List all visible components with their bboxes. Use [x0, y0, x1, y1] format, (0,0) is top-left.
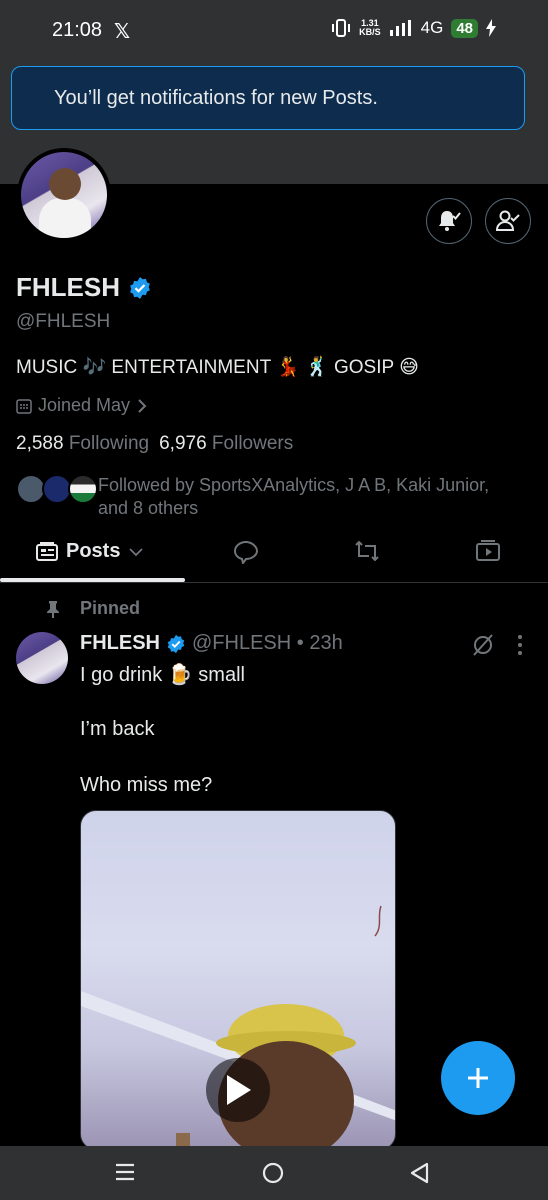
tab-reposts[interactable] — [354, 540, 380, 567]
avatar-head-shape — [49, 168, 81, 200]
joined-date[interactable]: Joined May — [16, 395, 148, 416]
post-header: FHLESH @FHLESH • 23h — [80, 632, 343, 655]
post-handle-time: @FHLESH • 23h — [192, 632, 343, 654]
status-indicators: 1.31 KB/S 4G 48 — [331, 18, 496, 38]
followers-count: 6,976 — [159, 433, 207, 454]
profile-bio: MUSIC 🎶 ENTERTAINMENT 💃 🕺 GOSIP 😅 — [16, 357, 419, 378]
chevron-down-icon — [129, 547, 144, 556]
reply-icon — [233, 540, 259, 566]
more-vertical-icon — [518, 635, 522, 655]
plus-icon — [468, 1068, 488, 1088]
post-more-button[interactable] — [516, 634, 524, 661]
home-button[interactable] — [262, 1162, 284, 1189]
mutual-followers-avatars[interactable] — [16, 474, 98, 504]
following-label: Following — [68, 433, 150, 454]
post-author-avatar[interactable] — [16, 632, 68, 684]
tab-media[interactable] — [475, 540, 501, 567]
profile-handle: @FHLESH — [16, 311, 111, 332]
repost-icon — [355, 540, 379, 562]
posts-icon — [36, 541, 58, 561]
vibrate-icon — [332, 19, 351, 37]
home-circle-icon — [262, 1162, 284, 1184]
calendar-icon — [16, 398, 32, 414]
signal-icon — [389, 20, 411, 36]
status-time: 21:08 — [52, 19, 103, 41]
followers-label: Followers — [211, 433, 294, 454]
play-button[interactable] — [206, 1058, 270, 1122]
pin-icon — [47, 600, 59, 618]
network-type: 4G — [420, 18, 444, 37]
followers-link[interactable]: 6,976 Followers — [159, 433, 293, 455]
verified-badge-icon — [130, 276, 150, 299]
following-link[interactable]: 2,588 Following — [16, 433, 149, 455]
x-logo-icon: 𝕏 — [114, 21, 131, 43]
battery-level: 48 — [451, 18, 478, 38]
charging-icon — [486, 19, 496, 37]
follow-stats: 2,588 Following 6,976 Followers — [16, 433, 293, 455]
pinned-text: Pinned — [80, 598, 141, 618]
mutual-avatar-3 — [68, 474, 98, 504]
tab-replies[interactable] — [233, 540, 259, 569]
compose-post-button[interactable] — [441, 1041, 515, 1115]
profile-avatar[interactable] — [17, 148, 111, 242]
media-icon — [476, 540, 500, 561]
notification-toast[interactable]: You’ll get notifications for new Posts. — [11, 66, 525, 130]
recents-button[interactable] — [114, 1162, 136, 1187]
toast-text: You’ll get notifications for new Posts. — [54, 86, 378, 109]
chevron-right-icon — [138, 398, 147, 413]
play-icon — [227, 1075, 251, 1105]
post-text-line-2: I’m back — [80, 718, 155, 740]
post-text-line-3: Who miss me? — [80, 774, 213, 796]
followed-by-text[interactable]: Followed by SportsXAnalytics, J A B, Kak… — [98, 474, 518, 520]
post-author-name[interactable]: FHLESH — [80, 632, 160, 655]
post-text-line-1: I go drink 🍺 small — [80, 664, 245, 686]
notifications-button[interactable] — [426, 198, 472, 244]
back-triangle-icon — [410, 1162, 429, 1184]
bell-check-icon — [439, 211, 461, 231]
menu-lines-icon — [116, 1163, 134, 1181]
profile-name: FHLESH — [16, 272, 152, 303]
tab-posts[interactable]: Posts — [36, 540, 144, 563]
following-button[interactable] — [485, 198, 531, 244]
avatar-body-shape — [39, 198, 91, 238]
tab-posts-label: Posts — [66, 540, 121, 562]
profile-name-text: FHLESH — [16, 272, 120, 302]
back-button[interactable] — [408, 1161, 430, 1190]
verified-badge-icon — [167, 634, 185, 653]
grok-button[interactable] — [472, 633, 494, 662]
network-speed: 1.31 KB/S — [359, 18, 381, 37]
joined-text: Joined May — [38, 395, 131, 415]
grok-icon — [473, 634, 493, 656]
active-tab-indicator — [0, 578, 185, 582]
pinned-label: Pinned — [46, 598, 140, 619]
person-check-icon — [495, 210, 520, 231]
following-count: 2,588 — [16, 433, 64, 454]
